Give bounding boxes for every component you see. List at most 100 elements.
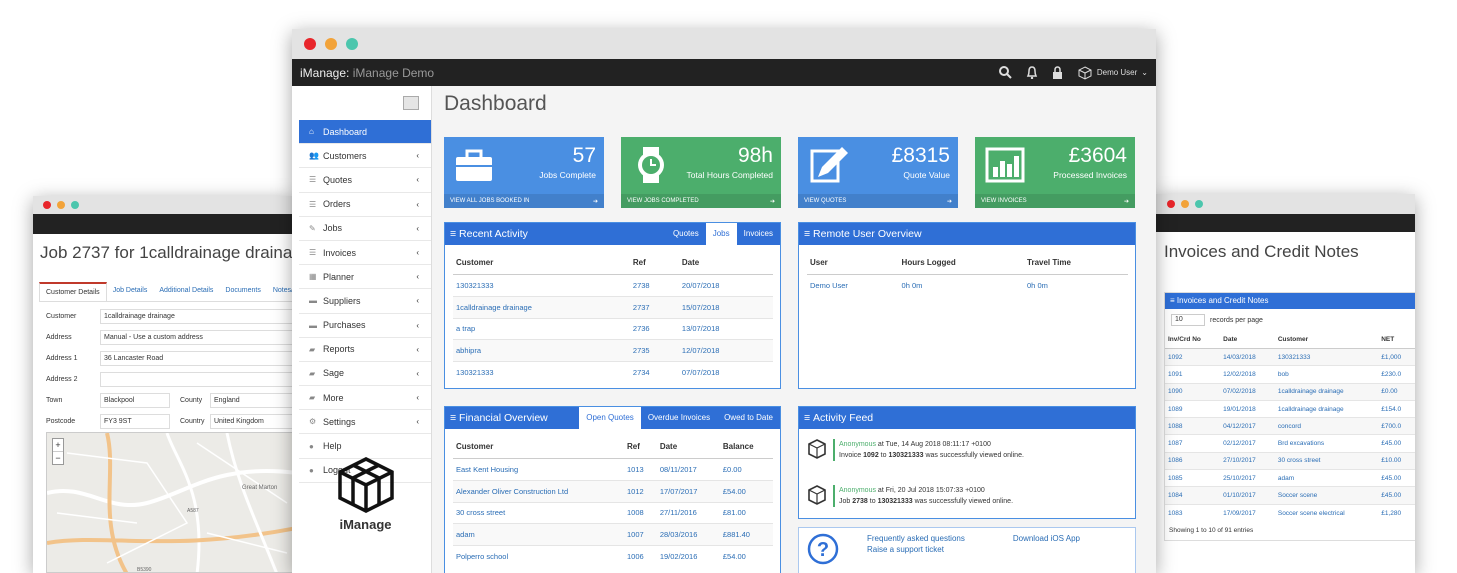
table-cell[interactable]: £54.00 xyxy=(719,479,773,503)
table-row[interactable]: a trap 2736 13/07/2018 xyxy=(453,317,773,340)
table-row[interactable]: 1092 14/03/2018 130321333 £1,000 xyxy=(1165,347,1415,366)
table-cell[interactable]: East Kent Housing xyxy=(453,458,624,481)
address1-field[interactable]: 36 Lancaster Road xyxy=(100,351,295,366)
table-cell[interactable]: 12/02/2018 xyxy=(1220,365,1275,384)
minimize-window-button[interactable] xyxy=(1181,200,1189,208)
table-cell[interactable]: 2738 xyxy=(629,274,679,297)
table-cell[interactable]: 20/07/2018 xyxy=(678,274,773,297)
table-cell[interactable]: £81.00 xyxy=(719,501,773,524)
table-cell[interactable]: 1008 xyxy=(624,501,657,524)
column-header[interactable]: Hours Logged xyxy=(898,251,1025,275)
search-icon[interactable] xyxy=(998,66,1012,79)
support-ticket-link[interactable]: Raise a support ticket xyxy=(867,544,965,555)
table-row[interactable]: 1calldrainage drainage 2737 15/07/2018 xyxy=(453,295,773,319)
table-row[interactable]: 1086 27/10/2017 30 cross street £10.00 xyxy=(1165,451,1415,470)
table-cell[interactable]: 19/02/2016 xyxy=(656,545,720,568)
table-cell[interactable]: 2737 xyxy=(629,295,679,319)
column-header[interactable]: Travel Time xyxy=(1024,251,1128,275)
table-cell[interactable]: bob xyxy=(1274,365,1379,384)
sidebar-item-settings[interactable]: ⚙ Settings ‹ xyxy=(299,410,431,435)
table-cell[interactable]: 25/10/2017 xyxy=(1220,469,1275,487)
table-cell[interactable]: 1086 xyxy=(1165,451,1221,470)
table-cell[interactable]: 0h 0m xyxy=(1024,274,1128,297)
table-cell[interactable]: 17/09/2017 xyxy=(1220,503,1275,522)
sidebar-item-quotes[interactable]: ☰ Quotes ‹ xyxy=(299,168,431,193)
lock-icon[interactable] xyxy=(1052,66,1063,79)
table-cell[interactable]: 07/07/2018 xyxy=(678,361,773,384)
table-cell[interactable]: £10.00 xyxy=(1378,451,1415,470)
column-header[interactable]: Customer xyxy=(453,435,624,459)
table-cell[interactable]: 04/12/2017 xyxy=(1220,417,1275,435)
stat-view-link[interactable]: VIEW JOBS COMPLETED ➔ xyxy=(621,194,781,208)
brand[interactable]: iManage: iManage Demo xyxy=(300,66,434,80)
stat-view-link[interactable]: VIEW ALL JOBS BOOKED IN ➔ xyxy=(444,194,604,208)
sidebar-toggle-button[interactable] xyxy=(403,96,419,110)
table-cell[interactable]: 13/07/2018 xyxy=(678,317,773,340)
table-row[interactable]: 1090 07/02/2018 1calldrainage drainage £0.0… xyxy=(1165,382,1415,401)
sidebar-item-help[interactable]: ● Help xyxy=(299,434,431,459)
sidebar-item-invoices[interactable]: ☰ Invoices ‹ xyxy=(299,241,431,266)
table-cell[interactable]: 1091 xyxy=(1165,365,1221,384)
table-cell[interactable]: 08/11/2017 xyxy=(656,458,720,481)
zoom-in-button[interactable]: + xyxy=(53,439,63,451)
zoom-out-button[interactable]: − xyxy=(53,451,63,464)
tab-documents[interactable]: Documents xyxy=(219,282,266,301)
column-header[interactable]: Date xyxy=(1220,331,1275,349)
table-cell[interactable]: 1085 xyxy=(1165,469,1221,487)
table-row[interactable]: Demo User 0h 0m 0h 0m xyxy=(807,274,1128,297)
table-cell[interactable]: 15/07/2018 xyxy=(678,295,773,319)
table-cell[interactable]: £881.40 xyxy=(719,523,773,546)
table-row[interactable]: 130321333 2734 07/07/2018 xyxy=(453,361,773,384)
records-per-page-select[interactable]: 10 xyxy=(1171,314,1205,326)
table-cell[interactable]: £230.0 xyxy=(1378,365,1415,384)
table-row[interactable]: 1085 25/10/2017 adam £45.00 xyxy=(1165,469,1415,487)
maximize-window-button[interactable] xyxy=(71,201,79,209)
table-cell[interactable]: adam xyxy=(453,523,624,546)
table-cell[interactable]: 130321333 xyxy=(453,361,630,384)
table-cell[interactable]: 1092 xyxy=(1165,347,1221,366)
table-cell[interactable]: Demo User xyxy=(807,274,899,297)
sidebar-item-sage[interactable]: ▰ Sage ‹ xyxy=(299,362,431,387)
table-cell[interactable]: 27/11/2016 xyxy=(656,501,720,524)
address-map[interactable]: Great Marton A587 B5390 + − xyxy=(46,432,295,573)
stat-view-link[interactable]: VIEW INVOICES ➔ xyxy=(975,194,1135,208)
column-header[interactable]: Inv/Crd No xyxy=(1165,331,1221,349)
table-row[interactable]: 1088 04/12/2017 concord £700.0 xyxy=(1165,417,1415,435)
table-row[interactable]: East Kent Housing 1013 08/11/2017 £0.00 xyxy=(453,458,773,481)
sidebar-item-reports[interactable]: ▰ Reports ‹ xyxy=(299,338,431,362)
table-cell[interactable]: 1013 xyxy=(624,458,657,481)
column-header[interactable]: Customer xyxy=(1274,331,1379,349)
sidebar-item-dashboard[interactable]: ⌂ Dashboard xyxy=(299,120,431,145)
table-cell[interactable]: 1090 xyxy=(1165,382,1221,401)
tab-additional-details[interactable]: Additional Details xyxy=(153,282,219,301)
table-cell[interactable]: 130321333 xyxy=(453,274,630,297)
postcode-field[interactable]: FY3 9ST xyxy=(100,414,170,429)
column-header[interactable]: Ref xyxy=(624,435,657,459)
column-header[interactable]: Ref xyxy=(629,251,679,275)
table-cell[interactable]: adam xyxy=(1274,469,1379,487)
sidebar-item-planner[interactable]: ▦ Planner ‹ xyxy=(299,265,431,290)
feed-item[interactable]: Anonymous at Fri, 20 Jul 2018 15:07:33 +… xyxy=(807,481,1131,518)
table-row[interactable]: 1089 19/01/2018 1calldrainage drainage £154… xyxy=(1165,399,1415,418)
tab-customer-details[interactable]: Customer Details xyxy=(39,282,107,301)
table-cell[interactable]: 19/01/2018 xyxy=(1220,399,1275,418)
table-cell[interactable]: 28/03/2016 xyxy=(656,523,720,546)
column-header[interactable]: Date xyxy=(678,251,773,275)
table-row[interactable]: Alexander Oliver Construction Ltd 1012 17/… xyxy=(453,479,773,503)
maximize-window-button[interactable] xyxy=(346,38,358,50)
table-row[interactable]: adam 1007 28/03/2016 £881.40 xyxy=(453,523,773,546)
ios-app-link[interactable]: Download iOS App xyxy=(1013,533,1080,565)
table-cell[interactable]: Alexander Oliver Construction Ltd xyxy=(453,479,624,503)
user-menu[interactable]: Demo User ⌄ xyxy=(1077,65,1148,80)
table-cell[interactable]: 1012 xyxy=(624,479,657,503)
table-row[interactable]: 30 cross street 1008 27/11/2016 £81.00 xyxy=(453,501,773,524)
feed-author[interactable]: Anonymous xyxy=(839,441,876,448)
table-cell[interactable]: 30 cross street xyxy=(1274,451,1379,470)
table-cell[interactable]: £1,280 xyxy=(1378,503,1415,522)
table-cell[interactable]: Brd excavations xyxy=(1274,434,1379,453)
country-field[interactable]: United Kingdom xyxy=(210,414,295,429)
table-cell[interactable]: 2734 xyxy=(629,361,679,384)
table-cell[interactable]: 1083 xyxy=(1165,503,1221,522)
table-cell[interactable]: 14/03/2018 xyxy=(1220,347,1275,366)
feed-author[interactable]: Anonymous xyxy=(839,487,876,494)
